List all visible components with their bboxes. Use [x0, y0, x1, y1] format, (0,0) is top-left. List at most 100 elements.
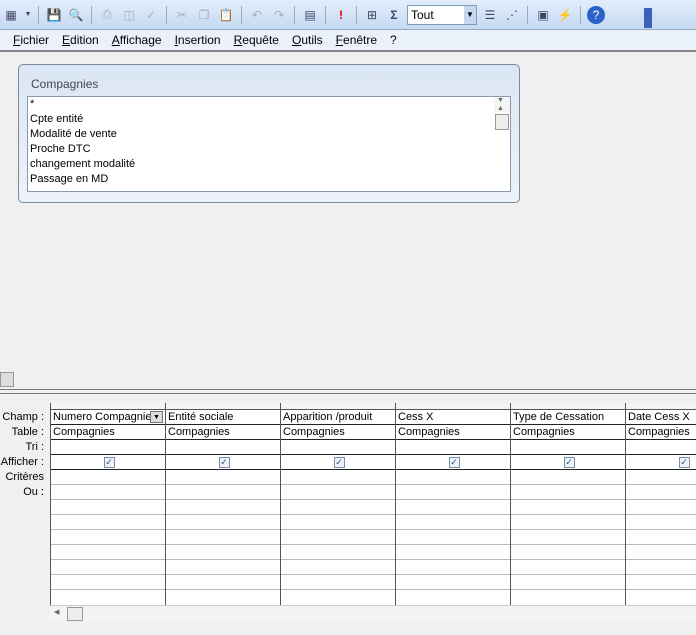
- extra-criteria-cell[interactable]: [626, 530, 696, 545]
- totals-icon[interactable]: Σ: [385, 6, 403, 24]
- menu-outils[interactable]: Outils: [292, 33, 323, 47]
- menu-help[interactable]: ?: [390, 33, 397, 47]
- extra-criteria-cell[interactable]: [51, 530, 165, 545]
- extra-criteria-cell[interactable]: [166, 530, 280, 545]
- sort-cell[interactable]: [166, 440, 280, 455]
- extra-criteria-cell[interactable]: [396, 500, 510, 515]
- scroll-down-icon[interactable]: ▼: [497, 97, 504, 108]
- field-cell[interactable]: Numero Compagnie ▼: [51, 410, 165, 425]
- menu-fichier[interactable]: Fichier: [13, 33, 49, 47]
- chevron-down-icon[interactable]: ▼: [150, 411, 163, 423]
- field-cell[interactable]: Date Cess X: [626, 410, 696, 425]
- print-icon[interactable]: ⎙: [98, 6, 116, 24]
- extra-criteria-cell[interactable]: [281, 575, 395, 590]
- extra-criteria-cell[interactable]: [166, 515, 280, 530]
- database-window-icon[interactable]: ▣: [534, 6, 552, 24]
- extra-criteria-cell[interactable]: [396, 515, 510, 530]
- criteria-cell[interactable]: [396, 470, 510, 485]
- top-values-combo[interactable]: Tout ▼: [407, 4, 477, 25]
- menu-fenetre[interactable]: Fenêtre: [336, 33, 377, 47]
- extra-criteria-cell[interactable]: [396, 545, 510, 560]
- table-cell[interactable]: Compagnies: [511, 425, 625, 440]
- builder-icon[interactable]: ⋰: [503, 6, 521, 24]
- vertical-scrollbar[interactable]: ▲ ▼: [494, 97, 510, 130]
- new-object-icon[interactable]: ⚡: [556, 6, 574, 24]
- show-checkbox[interactable]: ✓: [333, 457, 345, 468]
- or-cell[interactable]: [281, 485, 395, 500]
- table-cell[interactable]: Compagnies: [396, 425, 510, 440]
- properties-icon[interactable]: ☰: [481, 6, 499, 24]
- query-type-icon[interactable]: ▤: [301, 6, 319, 24]
- extra-criteria-cell[interactable]: [51, 515, 165, 530]
- extra-criteria-cell[interactable]: [511, 545, 625, 560]
- extra-criteria-cell[interactable]: [51, 500, 165, 515]
- field-item[interactable]: Proche DTC: [28, 142, 510, 157]
- criteria-cell[interactable]: [51, 470, 165, 485]
- or-cell[interactable]: [396, 485, 510, 500]
- field-item[interactable]: Passage en MD: [28, 172, 510, 187]
- extra-criteria-cell[interactable]: [166, 575, 280, 590]
- menu-insertion[interactable]: Insertion: [175, 33, 221, 47]
- column-selector[interactable]: [281, 403, 395, 410]
- field-item[interactable]: changement modalité: [28, 157, 510, 172]
- field-cell[interactable]: Entité sociale: [166, 410, 280, 425]
- show-checkbox[interactable]: ✓: [563, 457, 575, 468]
- extra-criteria-cell[interactable]: [166, 560, 280, 575]
- extra-criteria-cell[interactable]: [626, 575, 696, 590]
- menu-edition[interactable]: Edition: [62, 33, 99, 47]
- table-cell[interactable]: Compagnies: [51, 425, 165, 440]
- upper-scroll-thumb[interactable]: [0, 372, 14, 387]
- column-selector[interactable]: [166, 403, 280, 410]
- extra-criteria-cell[interactable]: [281, 515, 395, 530]
- help-icon[interactable]: ?: [587, 5, 605, 24]
- extra-criteria-cell[interactable]: [166, 500, 280, 515]
- column-selector[interactable]: [396, 403, 510, 410]
- field-item[interactable]: Cpte entité: [28, 112, 510, 127]
- field-cell[interactable]: Apparition /produit: [281, 410, 395, 425]
- extra-criteria-cell[interactable]: [396, 560, 510, 575]
- extra-criteria-cell[interactable]: [281, 530, 395, 545]
- paste-icon[interactable]: 📋: [217, 6, 235, 24]
- sort-cell[interactable]: [626, 440, 696, 455]
- menu-requete[interactable]: Requête: [234, 33, 279, 47]
- show-checkbox[interactable]: ✓: [678, 457, 690, 468]
- criteria-cell[interactable]: [511, 470, 625, 485]
- sort-cell[interactable]: [281, 440, 395, 455]
- extra-criteria-cell[interactable]: [511, 515, 625, 530]
- extra-criteria-cell[interactable]: [626, 560, 696, 575]
- column-selector[interactable]: [511, 403, 625, 410]
- view-icon[interactable]: ▦: [2, 6, 20, 24]
- sort-cell[interactable]: [396, 440, 510, 455]
- field-cell[interactable]: Type de Cessation: [511, 410, 625, 425]
- menu-affichage[interactable]: Affichage: [112, 33, 162, 47]
- scroll-thumb[interactable]: [495, 114, 509, 130]
- extra-criteria-cell[interactable]: [51, 560, 165, 575]
- show-table-icon[interactable]: ⊞: [363, 6, 381, 24]
- extra-criteria-cell[interactable]: [281, 500, 395, 515]
- toolbar-options-icon[interactable]: [644, 8, 652, 28]
- field-cell[interactable]: Cess X: [396, 410, 510, 425]
- redo-icon[interactable]: ↷: [270, 6, 288, 24]
- extra-criteria-cell[interactable]: [511, 575, 625, 590]
- extra-criteria-cell[interactable]: [626, 515, 696, 530]
- criteria-cell[interactable]: [626, 470, 696, 485]
- extra-criteria-cell[interactable]: [511, 530, 625, 545]
- table-cell[interactable]: Compagnies: [166, 425, 280, 440]
- field-list[interactable]: * Cpte entité Modalité de vente Proche D…: [27, 96, 511, 192]
- copy-icon[interactable]: ❐: [195, 6, 213, 24]
- run-icon[interactable]: !: [332, 6, 350, 24]
- show-checkbox[interactable]: ✓: [218, 457, 230, 468]
- print-preview-icon[interactable]: ◫: [120, 6, 138, 24]
- extra-criteria-cell[interactable]: [511, 500, 625, 515]
- extra-criteria-cell[interactable]: [51, 545, 165, 560]
- extra-criteria-cell[interactable]: [281, 560, 395, 575]
- field-item[interactable]: Modalité de vente: [28, 127, 510, 142]
- or-cell[interactable]: [626, 485, 696, 500]
- sort-cell[interactable]: [51, 440, 165, 455]
- extra-criteria-cell[interactable]: [51, 575, 165, 590]
- column-selector[interactable]: [626, 403, 696, 410]
- cut-icon[interactable]: ✂: [173, 6, 191, 24]
- field-item[interactable]: *: [28, 97, 510, 112]
- extra-criteria-cell[interactable]: [396, 575, 510, 590]
- extra-criteria-cell[interactable]: [396, 530, 510, 545]
